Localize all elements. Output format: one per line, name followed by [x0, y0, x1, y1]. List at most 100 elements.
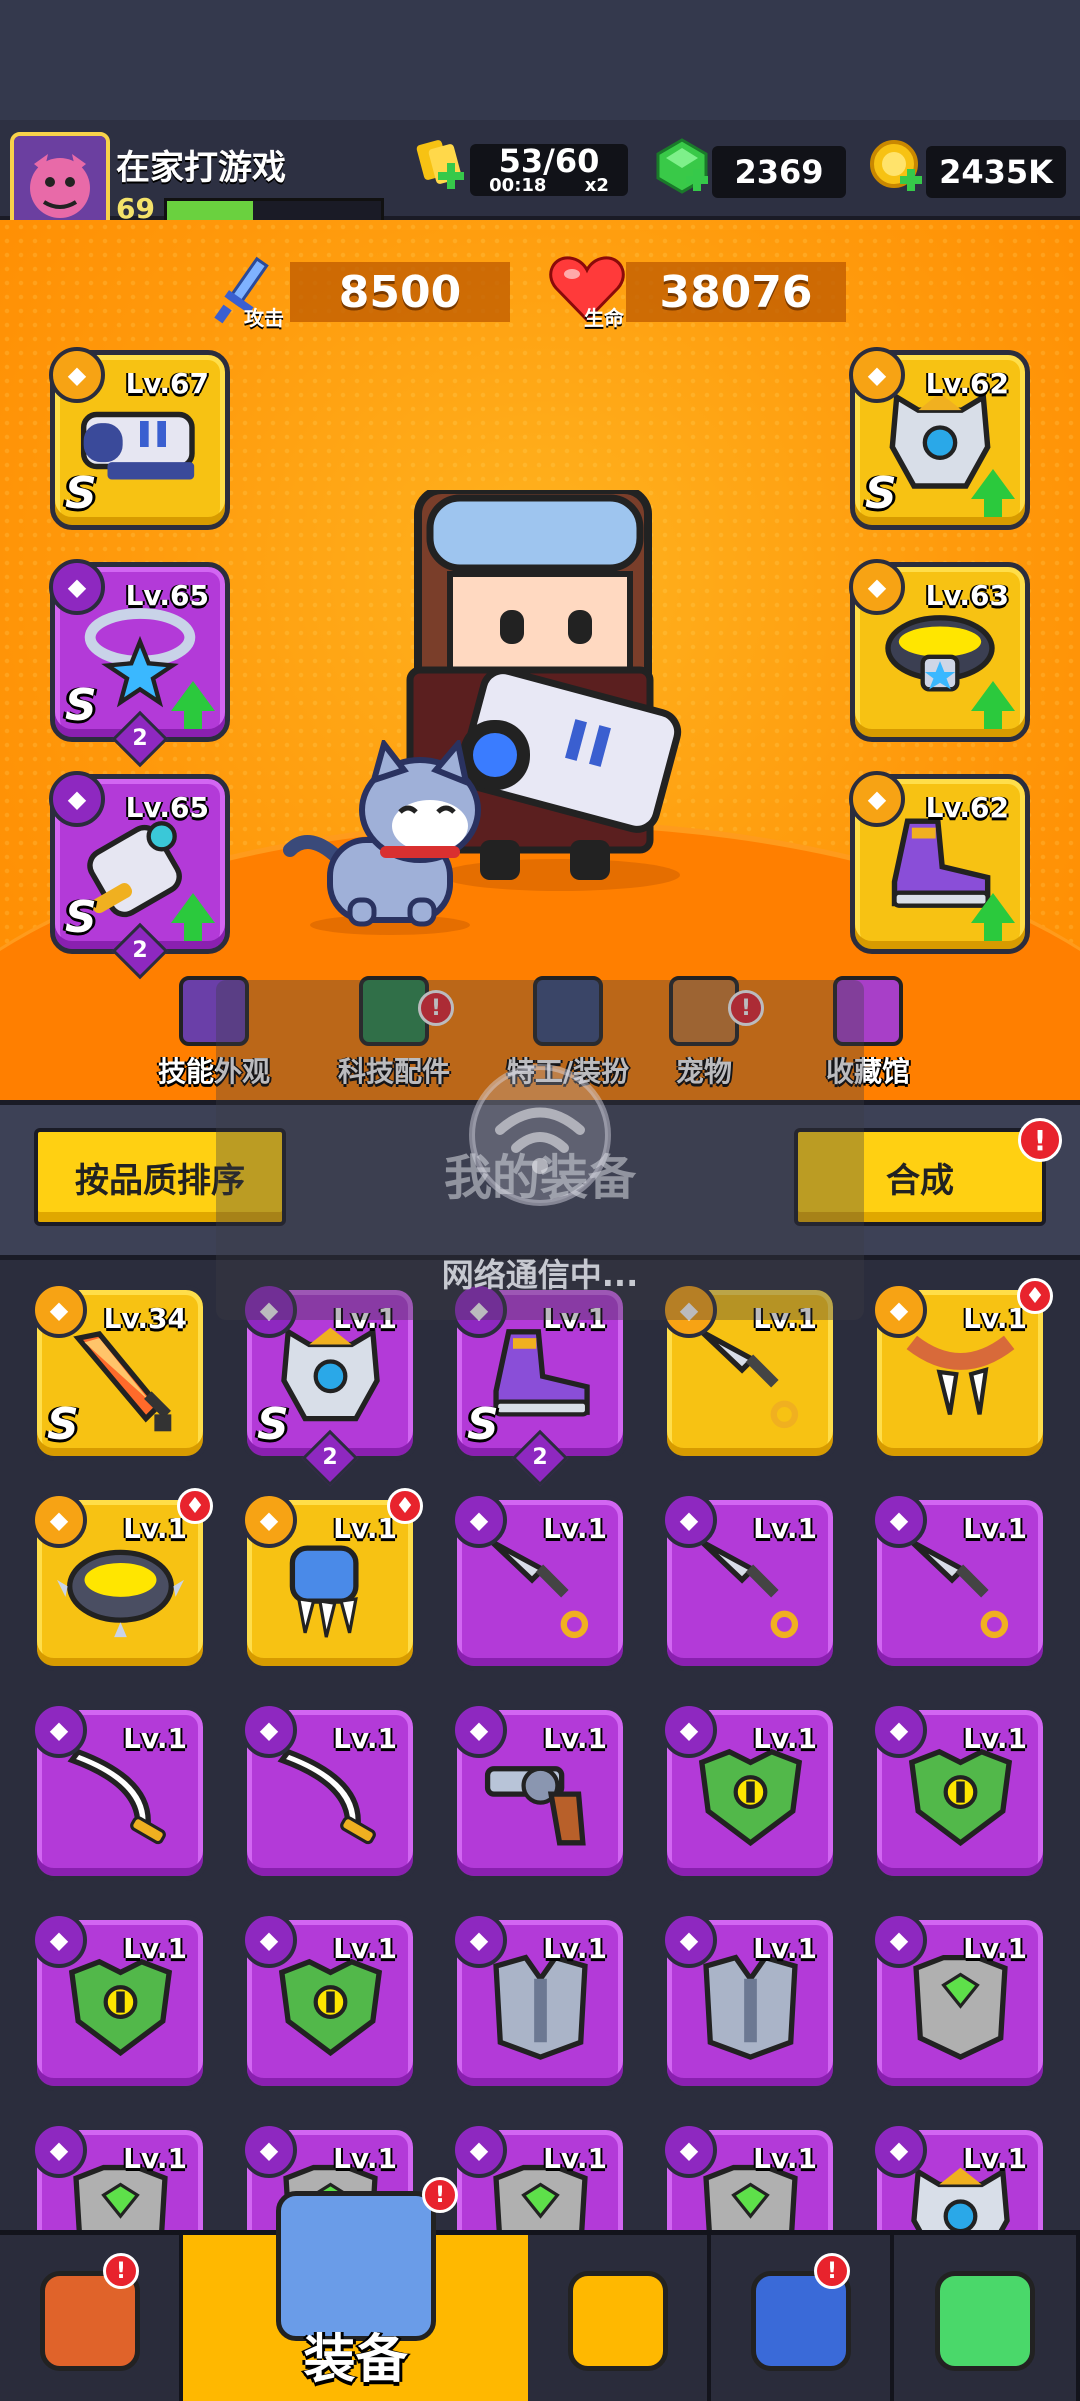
- item-grade: S: [65, 468, 97, 519]
- item-level: Lv.1: [123, 1722, 187, 1755]
- item-level: Lv.1: [753, 1512, 817, 1545]
- item-grade: S: [865, 468, 897, 519]
- item-level: Lv.65: [125, 579, 209, 612]
- scimitar-icon: [57, 1737, 184, 1868]
- energy-icon[interactable]: [410, 134, 470, 194]
- new-item-badge: ♦: [387, 1488, 423, 1524]
- loading-text: 网络通信中...: [441, 1256, 639, 1294]
- item-level: Lv.67: [125, 367, 209, 400]
- inventory-item[interactable]: ◆ Lv.1: [451, 1912, 628, 2091]
- weapon-slot-icon: ◆: [661, 1492, 717, 1548]
- inventory-item[interactable]: ◆ Lv.1: [31, 1912, 208, 2091]
- item-level: Lv.1: [543, 2142, 607, 2175]
- battle-star-icon: [567, 2270, 668, 2371]
- bottom-tab-equipment[interactable]: 装备!: [183, 2177, 528, 2401]
- armor-slot-icon: ◆: [871, 2122, 927, 2178]
- inventory-item[interactable]: ◆ Lv.1: [661, 1492, 838, 1671]
- bottom-tab-label: 装备: [303, 2330, 408, 2390]
- equipped-belt[interactable]: ◆ Lv.63: [849, 559, 1030, 742]
- item-level: Lv.1: [333, 1722, 397, 1755]
- inventory-item[interactable]: ◆ Lv.1: [31, 1702, 208, 1881]
- boots-slot-icon: ◆: [849, 771, 905, 827]
- steel-armor-icon: [687, 1947, 814, 2078]
- bottom-tab-shop[interactable]: !: [0, 2235, 183, 2401]
- upgrade-arrow-stem: [984, 709, 1002, 729]
- hp-label: 生命: [584, 306, 624, 330]
- bottom-tab-battle-star[interactable]: [528, 2235, 711, 2401]
- equipped-boots[interactable]: ◆ Lv.62: [849, 771, 1030, 954]
- scimitar-icon: [267, 1737, 394, 1868]
- coin-counter: 2435K: [926, 146, 1066, 198]
- star-count: 2: [132, 726, 148, 751]
- item-level: Lv.1: [543, 1512, 607, 1545]
- hp-stat: 38076: [626, 262, 846, 322]
- energy-counter: 53/60 00:18 x2: [470, 144, 628, 196]
- attack-stat: 8500: [290, 262, 510, 322]
- upgrade-arrow-stem: [984, 921, 1002, 941]
- upgrade-arrow-icon: [171, 893, 215, 923]
- armor-slot-icon: ◆: [451, 2122, 507, 2178]
- item-level: Lv.1: [963, 1302, 1027, 1335]
- equipped-weapon[interactable]: ◆ Lv.67 S: [49, 347, 230, 530]
- inventory-item[interactable]: ◆ Lv.1: [661, 1702, 838, 1881]
- item-level: Lv.1: [963, 2142, 1027, 2175]
- weapon-slot-icon: ◆: [871, 1492, 927, 1548]
- player-avatar[interactable]: [10, 132, 110, 232]
- item-level: Lv.1: [963, 1932, 1027, 1965]
- alert-badge: !: [814, 2253, 850, 2289]
- item-level: Lv.1: [753, 1722, 817, 1755]
- armor-slot-icon: ◆: [241, 2122, 297, 2178]
- bottom-tab-dna[interactable]: [894, 2235, 1080, 2401]
- inventory-item[interactable]: ◆ Lv.1: [451, 2122, 628, 2230]
- inventory-item[interactable]: ◆ Lv.1: [871, 1492, 1048, 1671]
- status-bar: [0, 0, 1080, 120]
- inventory-item[interactable]: ◆ Lv.1: [871, 2122, 1048, 2230]
- inventory-item[interactable]: ◆ Lv.1: [241, 1912, 418, 2091]
- inventory-item[interactable]: ◆ Lv.1 ♦: [31, 1488, 213, 1671]
- armor-slot-icon: ◆: [661, 2122, 717, 2178]
- item-level: Lv.1: [123, 1512, 187, 1545]
- equipped-gloves[interactable]: ◆ Lv.65 S 2: [49, 771, 230, 980]
- kunai-icon: [687, 1527, 814, 1658]
- item-grade: S: [47, 1399, 79, 1450]
- armor-slot-icon: ◆: [871, 1912, 927, 1968]
- inventory-item[interactable]: ◆ Lv.34 S: [31, 1282, 208, 1461]
- item-level: Lv.62: [925, 367, 1009, 400]
- coin-icon[interactable]: [866, 136, 926, 196]
- gem-icon[interactable]: [652, 136, 712, 196]
- fang-necklace-icon: [897, 1317, 1024, 1448]
- inventory-item[interactable]: ◆ Lv.1: [871, 1912, 1048, 2091]
- inventory-item[interactable]: ◆ Lv.1: [871, 1702, 1048, 1881]
- inventory-item[interactable]: ◆ Lv.1: [241, 1702, 418, 1881]
- kunai-icon: [477, 1527, 604, 1658]
- star-count: 2: [532, 1445, 548, 1470]
- inventory-item[interactable]: ◆ Lv.1: [451, 1702, 628, 1881]
- revolver-icon: [477, 1737, 604, 1868]
- energy-value: 53/60: [498, 142, 600, 180]
- star-count: 2: [322, 1445, 338, 1470]
- upgrade-arrow-icon: [171, 681, 215, 711]
- alert-badge: !: [103, 2253, 139, 2289]
- item-level: Lv.1: [753, 2142, 817, 2175]
- item-grade: S: [65, 680, 97, 731]
- inventory-item[interactable]: ◆ Lv.1: [31, 2122, 208, 2230]
- inventory-item[interactable]: ◆ Lv.1 ♦: [241, 1488, 423, 1671]
- equipped-necklace[interactable]: ◆ Lv.65 S 2: [49, 559, 230, 768]
- dna-icon: [935, 2270, 1035, 2371]
- bottom-tab-talent-orb[interactable]: !: [711, 2235, 894, 2401]
- inventory-item[interactable]: ◆ Lv.1: [451, 1492, 628, 1671]
- gloves-slot-icon: ◆: [241, 1492, 297, 1548]
- weapon-slot-icon: ◆: [241, 1702, 297, 1758]
- armor-slot-icon: ◆: [661, 1702, 717, 1758]
- glove-slot-icon: ◆: [49, 771, 105, 827]
- item-level: Lv.1: [333, 2142, 397, 2175]
- upgrade-arrow-icon: [971, 893, 1015, 923]
- equipped-armor[interactable]: ◆ Lv.62 S: [849, 347, 1030, 530]
- inventory-item[interactable]: ◆ Lv.1: [661, 1912, 838, 2091]
- weapon-slot-icon: ◆: [451, 1492, 507, 1548]
- inventory-item[interactable]: ◆ Lv.1 ♦: [871, 1278, 1053, 1461]
- inventory-grid: ◆ Lv.34 S ◆ Lv.1 S 2 ◆ Lv.1 S 2 ◆ Lv.1 ◆ Lv.1 ♦ ◆ Lv.1 ♦ ◆ L…: [0, 1265, 1080, 2230]
- inventory-item[interactable]: ◆ Lv.1: [661, 2122, 838, 2230]
- item-level: Lv.1: [753, 1932, 817, 1965]
- weapon-slot-icon: ◆: [31, 1702, 87, 1758]
